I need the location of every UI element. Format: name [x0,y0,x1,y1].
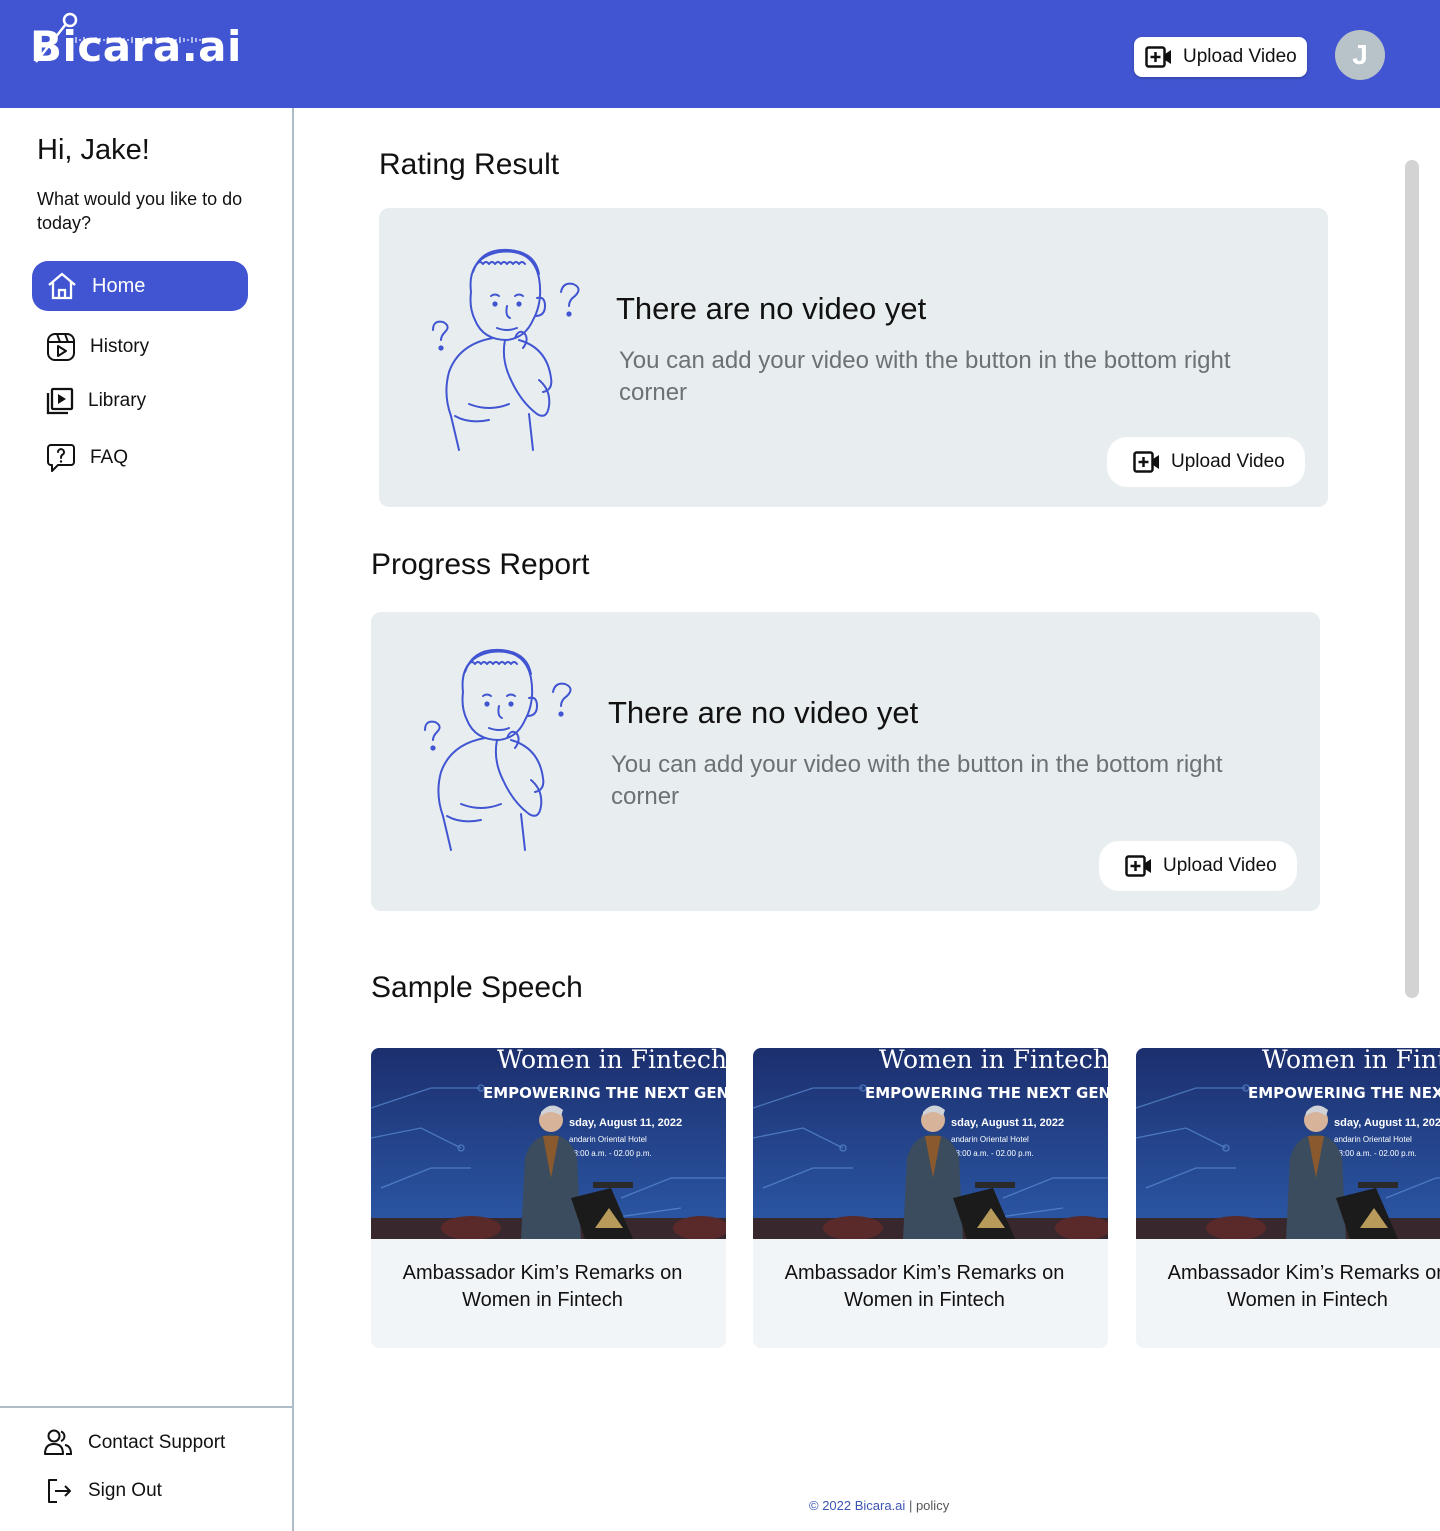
sample-speech-card[interactable]: Women in Fintech: EMPOWERING THE NEXT GE… [371,1048,726,1348]
sidebar-divider [0,1406,293,1408]
footer: © 2022 Bicara.ai | policy [809,1498,949,1513]
thumb-time: 08:00 a.m. - 02.00 p.m. [951,1149,1034,1158]
rating-upload-label: Upload Video [1171,451,1285,472]
thumb-subheading: EMPOWERING THE NEXT GENERATION [483,1084,726,1102]
progress-report-card: There are no video yet You can add your … [371,612,1320,911]
greeting-subtitle: What would you like to do today? [37,189,243,233]
video-add-icon [1125,855,1151,877]
thumb-date: sday, August 11, 2022 [1334,1117,1440,1129]
main-scrollbar[interactable] [1405,160,1419,998]
header-upload-video-button[interactable]: Upload Video [1134,37,1307,77]
rating-upload-video-button[interactable]: Upload Video [1107,437,1305,487]
progress-empty-description: You can add your video with the button i… [611,751,1223,810]
sidebar-item-label: Home [92,274,146,297]
contact-support-link[interactable]: Contact Support [44,1428,225,1458]
progress-upload-video-button[interactable]: Upload Video [1099,841,1297,891]
sidebar-item-home[interactable]: Home [32,261,248,311]
progress-empty-title: There are no video yet [608,695,919,730]
top-bar: Bicara.ai Upload Video J [0,0,1440,108]
video-add-icon [1145,46,1171,68]
waveform-icon [71,37,201,43]
speech-thumbnail: Women in Fintech: EMPOWERING THE NEXT GE… [753,1048,1108,1239]
sidebar-item-faq[interactable]: FAQ [32,433,248,483]
footer-copyright: © 2022 Bicara.ai [809,1498,906,1513]
speech-title: Ambassador Kim’s Remarks on Women in Fin… [784,1262,1065,1311]
thumb-heading: Women in Fintech: [879,1048,1108,1074]
video-add-icon [1133,451,1159,473]
logo-text: Bicara.ai [30,22,242,71]
contact-support-label: Contact Support [88,1432,226,1453]
thumb-heading: Women in Fintech: [497,1048,726,1074]
thumb-date: sday, August 11, 2022 [569,1117,682,1129]
thumb-venue: andarin Oriental Hotel [951,1135,1029,1144]
rating-empty-description: You can add your video with the button i… [619,347,1231,406]
home-icon [48,272,76,300]
thumb-heading: Women in Finte [1262,1048,1440,1074]
rating-result-title: Rating Result [379,148,560,181]
thumb-venue: andarin Oriental Hotel [1334,1135,1412,1144]
sidebar-item-label: Library [88,390,147,411]
speech-thumbnail: Women in Finte EMPOWERING THE NEXT GENEI… [1136,1048,1440,1239]
speech-thumbnail: Women in Fintech: EMPOWERING THE NEXT GE… [371,1048,726,1239]
greeting: Hi, Jake! [37,134,150,166]
thumb-venue: andarin Oriental Hotel [569,1135,647,1144]
sidebar-item-history[interactable]: History [32,322,248,372]
sidebar: Hi, Jake! What would you like to do toda… [0,108,294,1531]
sign-out-label: Sign Out [88,1480,162,1501]
progress-report-title: Progress Report [371,548,590,581]
footer-policy-link[interactable]: policy [916,1498,949,1513]
sign-out-link[interactable]: Sign Out [46,1478,162,1504]
footer-separator: | [908,1498,913,1513]
thumb-time: 08:00 a.m. - 02.00 p.m. [569,1149,652,1158]
thumb-date: sday, August 11, 2022 [951,1117,1064,1129]
thumb-subheading: EMPOWERING THE NEXT GENERATION [865,1084,1108,1102]
header-upload-label: Upload Video [1183,46,1297,67]
speech-title: Ambassador Kim’s Remarks on Women in Fin… [402,1262,683,1311]
video-history-icon [47,333,75,361]
thumb-time: 08:00 a.m. - 02.00 p.m. [1334,1149,1417,1158]
sidebar-item-label: FAQ [90,447,129,468]
progress-upload-label: Upload Video [1163,855,1277,876]
rating-result-card: There are no video yet You can add your … [379,208,1328,507]
sidebar-item-library[interactable]: Library [32,376,248,426]
thumb-subheading: EMPOWERING THE NEXT GENEI [1248,1084,1440,1102]
sample-speech-title: Sample Speech [371,971,583,1004]
sign-out-icon [48,1479,71,1503]
library-play-icon [46,387,74,415]
sidebar-item-label: History [90,336,150,357]
thinking-person-illustration [432,248,580,451]
rating-empty-title: There are no video yet [616,291,927,326]
question-chat-icon [47,444,75,472]
avatar[interactable]: J [1335,30,1385,80]
thinking-person-illustration [424,648,572,851]
speech-title: Ambassador Kim’s Remarks on Women in Fin… [1167,1262,1440,1311]
users-icon [44,1429,72,1455]
sample-speech-card[interactable]: Women in Fintech: EMPOWERING THE NEXT GE… [753,1048,1108,1348]
sample-speech-card[interactable]: Women in Finte EMPOWERING THE NEXT GENEI… [1136,1048,1440,1348]
